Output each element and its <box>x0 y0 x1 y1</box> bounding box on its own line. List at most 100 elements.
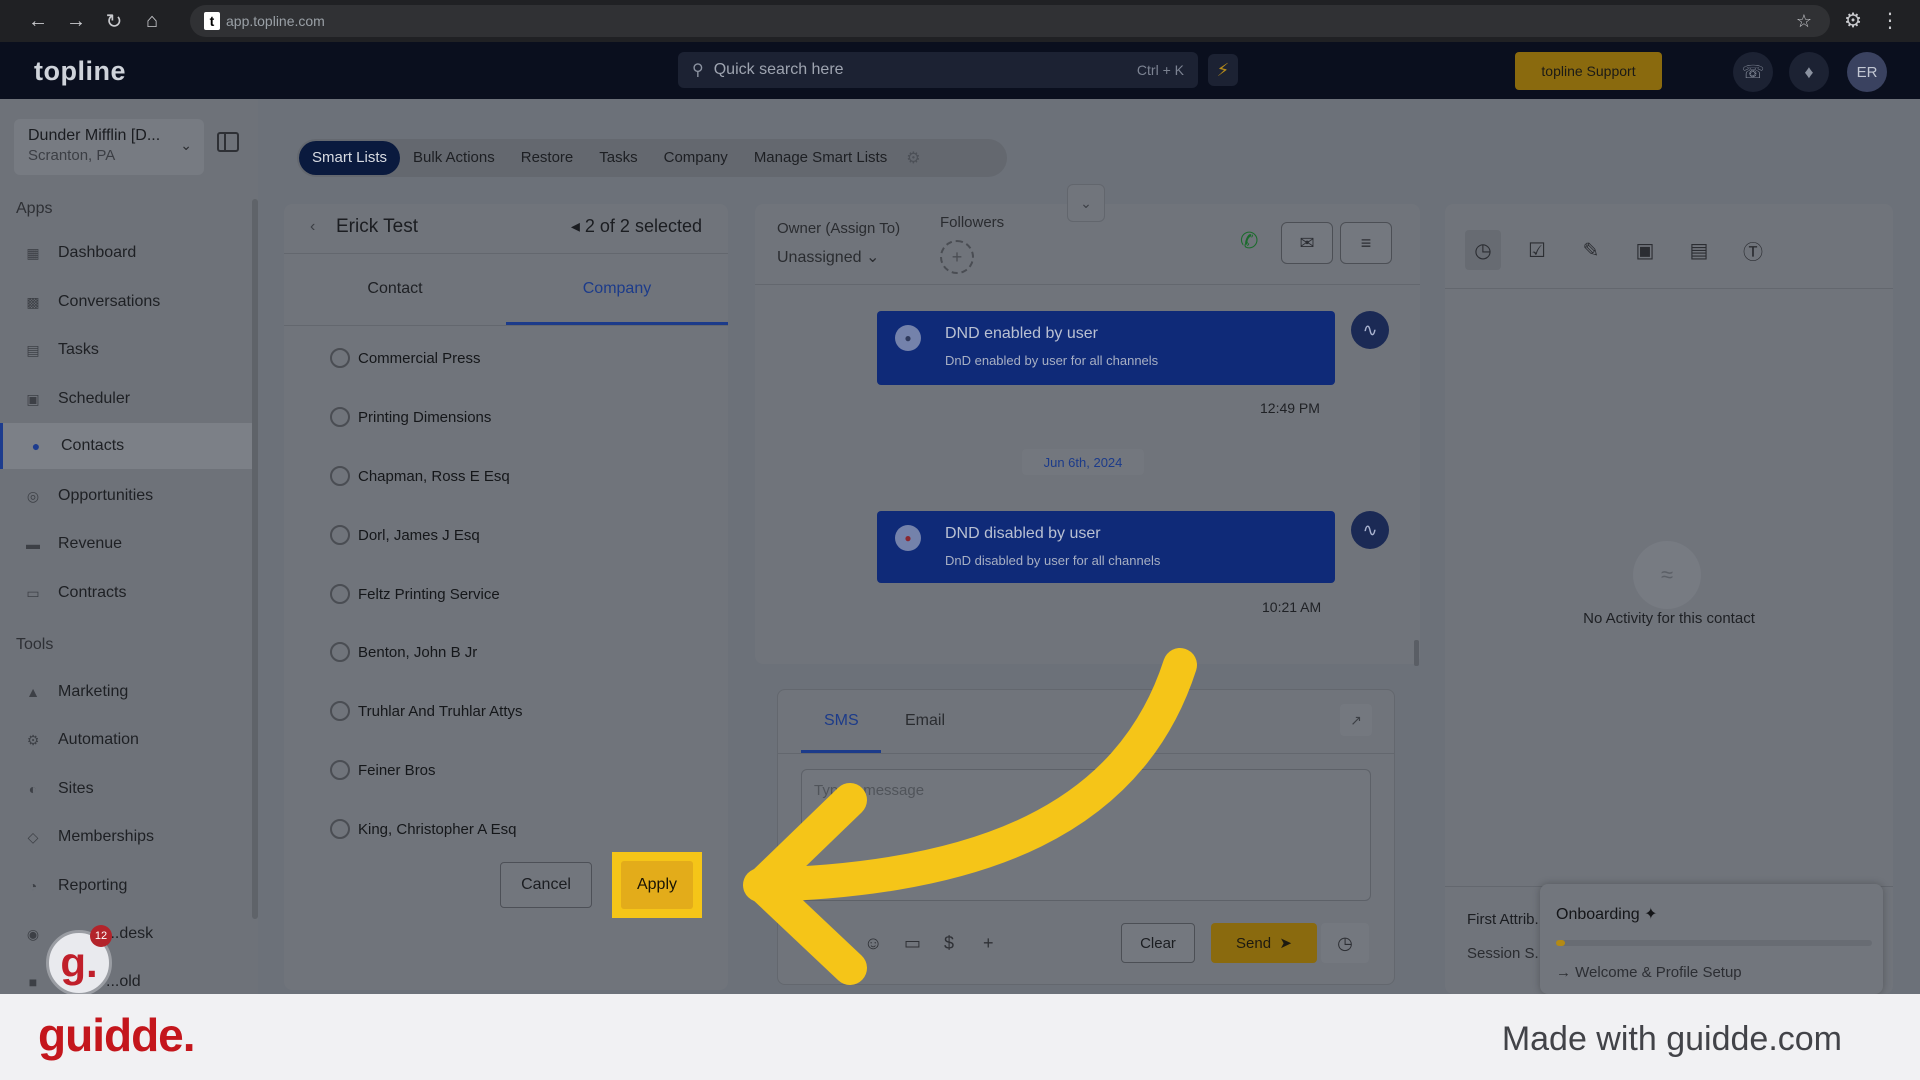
radio-button[interactable] <box>330 407 350 427</box>
back-icon[interactable]: ← <box>26 10 50 33</box>
apply-button[interactable]: Apply <box>621 861 693 909</box>
company-option[interactable]: Feiner Bros <box>330 758 436 782</box>
sidebar-item-dashboard[interactable]: ▦ Dashboard <box>0 230 252 276</box>
sidebar-item-conversations[interactable]: ▩ Conversations <box>0 279 252 325</box>
sidebar-item-memberships[interactable]: ◇ Memberships <box>0 814 252 860</box>
filter-icon[interactable]: ≡ <box>1340 222 1392 264</box>
tab-tasks[interactable]: Tasks <box>586 141 650 175</box>
address-bar[interactable]: t app.topline.com ☆ <box>190 5 1830 37</box>
radio-button[interactable] <box>330 760 350 780</box>
sidebar-toggle-icon[interactable] <box>217 132 239 152</box>
history-clock-icon[interactable]: ◷ <box>1465 230 1501 270</box>
megaphone-icon: ▲ <box>26 684 40 700</box>
radio-button[interactable] <box>330 642 350 662</box>
sidebar-item-scheduler[interactable]: ▣ Scheduler <box>0 376 252 422</box>
event-title: DND enabled by user <box>945 325 1098 342</box>
company-option[interactable]: Commercial Press <box>330 346 481 370</box>
dollar-icon[interactable]: $ <box>944 933 954 954</box>
attachment-icon[interactable]: ▭ <box>904 933 921 954</box>
tab-contact[interactable]: Contact <box>284 280 506 298</box>
guidde-logo[interactable]: guidde. <box>38 1008 196 1062</box>
email-icon[interactable]: ✉ <box>1281 222 1333 264</box>
task-check-icon[interactable]: ☑ <box>1519 230 1555 270</box>
sidebar-item-automation[interactable]: ⚙ Automation <box>0 717 252 763</box>
tab-company[interactable]: Company <box>651 141 741 175</box>
tab-company-active[interactable]: Company <box>506 280 728 298</box>
tab-smart-lists[interactable]: Smart Lists <box>299 141 401 175</box>
company-option[interactable]: Feltz Printing Service <box>330 582 500 606</box>
company-option[interactable]: Dorl, James J Esq <box>330 523 480 547</box>
plus-icon[interactable]: + <box>983 933 994 954</box>
tab-restore[interactable]: Restore <box>508 141 587 175</box>
expand-icon[interactable]: ↗ <box>1340 704 1372 736</box>
collapse-chevron-icon[interactable]: ⌄ <box>1067 184 1105 222</box>
company-option[interactable]: King, Christopher A Esq <box>330 817 516 841</box>
company-option[interactable]: Truhlar And Truhlar Attys <box>330 699 523 723</box>
sidebar-item-contacts[interactable]: ● Contacts <box>0 423 252 469</box>
sidebar-item-sites[interactable]: ◐ Sites <box>0 766 252 812</box>
conversation-scrollbar[interactable] <box>1414 640 1419 666</box>
settings-gear-icon[interactable]: ⚙ <box>906 148 920 168</box>
quick-search-input[interactable]: ⚲ Quick search here Ctrl + K <box>678 52 1198 88</box>
sidebar-item-tasks[interactable]: ▤ Tasks <box>0 327 252 373</box>
schedule-clock-icon[interactable]: ◷ <box>1321 923 1369 963</box>
home-icon[interactable]: ⌂ <box>140 10 164 33</box>
sidebar-item-revenue[interactable]: ▬ Revenue <box>0 521 252 567</box>
emoji-icon[interactable]: ☺ <box>864 933 882 954</box>
lightning-icon[interactable]: ⚡ <box>1208 54 1238 86</box>
help-icon: ◉ <box>26 926 40 942</box>
phone-icon[interactable]: ☏ <box>1733 52 1773 92</box>
forward-icon[interactable]: → <box>64 10 88 33</box>
browser-menu-icon[interactable]: ⋮ <box>1880 8 1900 33</box>
cancel-button[interactable]: Cancel <box>500 862 592 908</box>
tab-email[interactable]: Email <box>905 712 945 730</box>
url-text: app.topline.com <box>226 13 325 29</box>
support-button[interactable]: topline Support <box>1515 52 1662 90</box>
message-input[interactable]: Type a message <box>801 769 1371 901</box>
company-option[interactable]: Benton, John B Jr <box>330 640 477 664</box>
topline-logo[interactable]: topline <box>34 56 126 87</box>
sidebar: Dunder Mifflin [D... Scranton, PA ⌄ Apps… <box>0 99 258 994</box>
calendar-icon[interactable]: ▣ <box>1627 230 1663 270</box>
made-with-text[interactable]: Made with guidde.com <box>1502 1020 1842 1059</box>
avatar[interactable]: ER <box>1847 52 1887 92</box>
document-icon[interactable]: ▤ <box>1681 230 1717 270</box>
onboarding-widget[interactable]: Onboarding ✦ → Welcome & Profile Setup <box>1540 884 1883 994</box>
company-option[interactable]: Chapman, Ross E Esq <box>330 464 510 488</box>
prev-contact-icon[interactable]: ◂ <box>571 216 585 236</box>
tab-manage-smart-lists[interactable]: Manage Smart Lists <box>741 141 900 175</box>
owner-select[interactable]: Unassigned ⌄ <box>777 247 879 267</box>
radio-button[interactable] <box>330 701 350 721</box>
note-pen-icon[interactable]: ✎ <box>1573 230 1609 270</box>
radio-button[interactable] <box>330 466 350 486</box>
arrow-right-icon: → <box>1556 964 1576 981</box>
sidebar-item-contracts[interactable]: ▭ Contracts <box>0 570 252 616</box>
company-option[interactable]: Printing Dimensions <box>330 405 491 429</box>
sidebar-item-opportunities[interactable]: ◎ Opportunities <box>0 473 252 519</box>
sidebar-scrollbar[interactable] <box>252 199 258 919</box>
account-location: Scranton, PA <box>28 147 116 164</box>
back-chevron-icon[interactable]: ‹ <box>310 218 315 236</box>
radio-button[interactable] <box>330 525 350 545</box>
sidebar-item-reporting[interactable]: ◔ Reporting <box>0 863 252 909</box>
tab-bulk-actions[interactable]: Bulk Actions <box>400 141 508 175</box>
radio-button[interactable] <box>330 584 350 604</box>
send-button[interactable]: Send ➤ <box>1211 923 1317 963</box>
clear-button[interactable]: Clear <box>1121 923 1195 963</box>
call-phone-icon[interactable]: ✆ <box>1240 228 1258 254</box>
bookmark-star-icon[interactable]: ☆ <box>1796 11 1812 32</box>
tab-sms[interactable]: SMS <box>824 712 859 730</box>
radio-button[interactable] <box>330 348 350 368</box>
sidebar-item-helpdesk[interactable]: ◉ ...desk <box>0 911 252 957</box>
extensions-icon[interactable]: ⚙ <box>1844 8 1862 33</box>
add-follower-icon[interactable]: + <box>940 240 974 274</box>
reload-icon[interactable]: ↻ <box>102 9 126 34</box>
onboarding-step[interactable]: → Welcome & Profile Setup <box>1556 964 1742 981</box>
radio-button[interactable] <box>330 819 350 839</box>
payment-dollar-icon[interactable]: Ⓣ <box>1735 230 1771 270</box>
bell-off-icon: ● <box>895 325 921 351</box>
account-switcher[interactable]: Dunder Mifflin [D... Scranton, PA ⌄ <box>14 119 204 175</box>
first-attribution-label: First Attrib... <box>1467 911 1548 928</box>
sidebar-item-marketing[interactable]: ▲ Marketing <box>0 669 252 715</box>
notification-bell-icon[interactable]: ♦ <box>1789 52 1829 92</box>
